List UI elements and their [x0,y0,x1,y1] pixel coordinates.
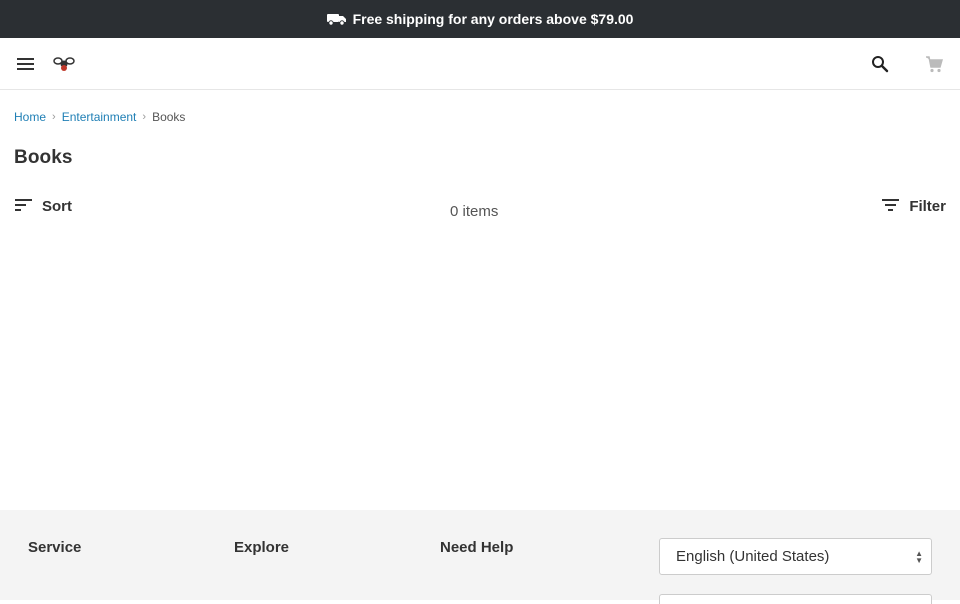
breadcrumb-entertainment-link[interactable]: Entertainment [62,110,137,124]
logo-icon[interactable] [52,52,76,76]
breadcrumb-current: Books [152,110,186,124]
sort-button[interactable]: Sort [14,196,72,216]
site-footer: Service Explore Need Help English (Unite… [0,510,960,604]
sort-icon [14,196,34,216]
language-select[interactable]: English (United States) ▲ ▼ [659,538,932,575]
filter-button[interactable]: Filter [881,196,946,216]
footer-service-heading[interactable]: Service [28,539,81,556]
site-header [0,38,960,90]
footer-secondary-select[interactable] [659,594,932,604]
truck-icon [326,12,347,26]
filter-label: Filter [909,197,946,215]
chevron-right-icon: › [142,111,147,123]
product-grid [0,221,960,471]
sort-label: Sort [42,197,72,215]
footer-explore-heading[interactable]: Explore [234,539,289,556]
language-select-value: English (United States) [676,548,830,565]
cart-icon[interactable] [922,52,946,76]
items-count: 0 items [450,203,499,220]
breadcrumb: Home › Entertainment › Books [0,90,960,124]
filter-icon [881,196,901,216]
menu-icon[interactable] [14,52,38,76]
breadcrumb-home-link[interactable]: Home [14,110,46,124]
footer-need-help-heading[interactable]: Need Help [440,539,513,556]
chevron-right-icon: › [52,111,56,123]
select-arrows-icon: ▲ ▼ [915,549,923,565]
announcement-text: Free shipping for any orders above $79.0… [352,11,634,27]
search-icon[interactable] [868,52,892,76]
page-title: Books [14,147,73,168]
announcement-bar: Free shipping for any orders above $79.0… [0,0,960,38]
